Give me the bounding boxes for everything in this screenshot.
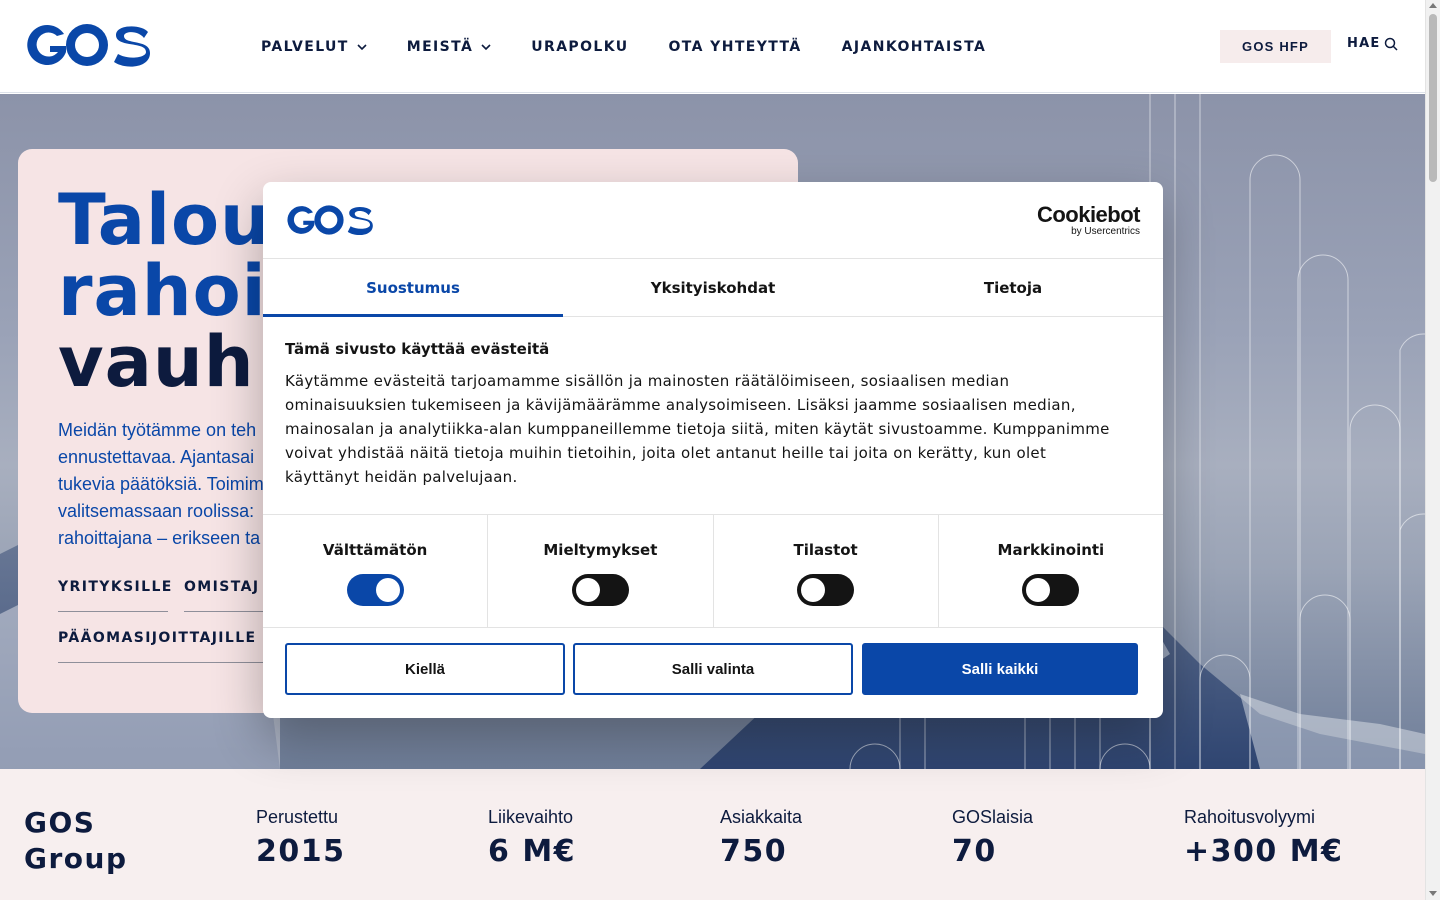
stat-founded: Perustettu 2015 (256, 807, 346, 869)
stat-customers: Asiakkaita 750 (720, 807, 802, 869)
main-nav: PALVELUT MEISTÄ URAPOLKU OTA YHTEYTTÄ AJ… (261, 0, 1026, 93)
cookiebot-logo[interactable]: Cookiebot by Usercentrics (1036, 202, 1141, 238)
chevron-down-icon (481, 43, 491, 50)
nav-palvelut[interactable]: PALVELUT (261, 39, 367, 55)
stat-employees: GOSlaisia 70 (952, 807, 1033, 869)
stat-financing-volume: Rahoitusvolyymi +300 M€ (1184, 807, 1343, 869)
toggle-necessary[interactable] (346, 574, 404, 606)
dialog-text: Käytämme evästeitä tarjoamamme sisällön … (285, 369, 1145, 489)
gos-logo (285, 204, 373, 240)
toggle-label: Markkinointi (997, 541, 1105, 559)
scroll-up-arrow-icon[interactable] (1429, 3, 1437, 8)
nav-label: URAPOLKU (531, 38, 629, 55)
dialog-text-line: Käytämme evästeitä tarjoamamme sisällön … (285, 372, 1010, 390)
toggle-knob (801, 578, 826, 602)
search-button[interactable]: HAE (1347, 36, 1398, 51)
stat-label: Asiakkaita (720, 807, 803, 827)
hero-title: Talou rahoi vauh (58, 185, 271, 398)
chevron-down-icon (357, 43, 367, 50)
stat-label: GOSlaisia (952, 807, 1034, 827)
scrollbar-thumb[interactable] (1429, 14, 1437, 182)
link-paaomasijoittajille[interactable]: PÄÄOMASIJOITTAJILLE (58, 630, 268, 663)
toggle-label: Tilastot (793, 541, 858, 559)
stat-label: Liikevaihto (488, 807, 574, 827)
nav-meista[interactable]: MEISTÄ (407, 39, 492, 55)
stats-section: GOS Group Perustettu 2015 Liikevaihto 6 … (0, 769, 1425, 900)
toggle-label: Välttämätön (322, 541, 428, 559)
toggle-statistics[interactable] (797, 574, 855, 606)
stat-label: Rahoitusvolyymi (1184, 807, 1316, 827)
nav-label: PALVELUT (261, 38, 349, 55)
nav-label: AJANKOHTAISTA (841, 38, 987, 55)
dialog-body: Tämä sivusto käyttää evästeitä Käytämme … (285, 340, 1145, 489)
dialog-text-line: voivat yhdistää näitä tietoja muihin tie… (285, 444, 1047, 462)
hero-title-line: rahoi (58, 250, 267, 332)
dialog-text-line: käyttänyt heidän palvelujaan. (285, 468, 518, 486)
stat-value: 750 (720, 834, 788, 869)
deny-button[interactable]: Kiellä (285, 643, 565, 695)
search-icon (1385, 37, 1398, 51)
gos-logo[interactable] (24, 22, 150, 72)
toggle-cell-statistics: Tilastot (714, 515, 939, 627)
dialog-tabs: Suostumus Yksityiskohdat Tietoja (263, 259, 1163, 317)
tab-tietoja[interactable]: Tietoja (863, 259, 1163, 316)
toggle-knob (1026, 578, 1051, 602)
toggle-knob (575, 578, 600, 602)
allow-all-button[interactable]: Salli kaikki (862, 643, 1138, 695)
nav-label: OTA YHTEYTTÄ (668, 38, 802, 55)
stat-value: 70 (952, 834, 997, 869)
tab-suostumus[interactable]: Suostumus (263, 259, 563, 317)
stat-value: 6 M€ (488, 834, 577, 869)
scroll-down-arrow-icon[interactable] (1429, 891, 1437, 896)
hero-title-line: Talou (58, 179, 271, 261)
stats-title-line: GOS (24, 806, 96, 839)
page-scrollbar[interactable] (1425, 0, 1440, 900)
search-label: HAE (1347, 36, 1381, 51)
dialog-header: Cookiebot by Usercentrics (263, 182, 1163, 259)
toggle-cell-preferences: Mieltymykset (488, 515, 714, 627)
toggle-knob (375, 578, 400, 602)
site-header: PALVELUT MEISTÄ URAPOLKU OTA YHTEYTTÄ AJ… (0, 0, 1425, 93)
consent-toggles: Välttämätön Mieltymykset Tilastot Markki… (263, 514, 1163, 628)
dialog-actions: Kiellä Salli valinta Salli kaikki (285, 643, 1141, 695)
nav-urapolku[interactable]: URAPOLKU (531, 39, 628, 55)
hero-title-line: vauh (58, 321, 255, 403)
nav-ota-yhteytta[interactable]: OTA YHTEYTTÄ (669, 39, 802, 55)
toggle-cell-marketing: Markkinointi (939, 515, 1163, 627)
tab-yksityiskohdat[interactable]: Yksityiskohdat (563, 259, 863, 316)
gos-hfp-button[interactable]: GOS HFP (1220, 30, 1331, 63)
nav-ajankohtaista[interactable]: AJANKOHTAISTA (842, 39, 987, 55)
stat-value: 2015 (256, 834, 346, 869)
toggle-marketing[interactable] (1022, 574, 1080, 606)
toggle-cell-necessary: Välttämätön (263, 515, 489, 627)
cookie-consent-dialog: Cookiebot by Usercentrics Suostumus Yksi… (263, 182, 1163, 718)
stat-label: Perustettu (256, 807, 339, 827)
allow-selection-button[interactable]: Salli valinta (573, 643, 853, 695)
cookiebot-brand: Cookiebot (1036, 202, 1141, 227)
nav-label: MEISTÄ (406, 38, 474, 55)
stats-title-line: Group (24, 842, 128, 875)
cookiebot-brand-sub: by Usercentrics (1071, 226, 1140, 237)
dialog-text-line: mainosalan ja analytiikka-alan kumppanei… (285, 420, 1110, 438)
stats-title: GOS Group (24, 805, 128, 877)
toggle-preferences[interactable] (571, 574, 629, 606)
dialog-heading: Tämä sivusto käyttää evästeitä (285, 340, 550, 358)
toggle-label: Mieltymykset (543, 541, 658, 559)
dialog-text-line: ominaisuuksien tukemiseen ja kävijämäärä… (285, 396, 1076, 414)
stat-revenue: Liikevaihto 6 M€ (488, 807, 576, 869)
link-yrityksille[interactable]: YRITYKSILLE (58, 579, 171, 612)
stat-value: +300 M€ (1184, 834, 1344, 869)
